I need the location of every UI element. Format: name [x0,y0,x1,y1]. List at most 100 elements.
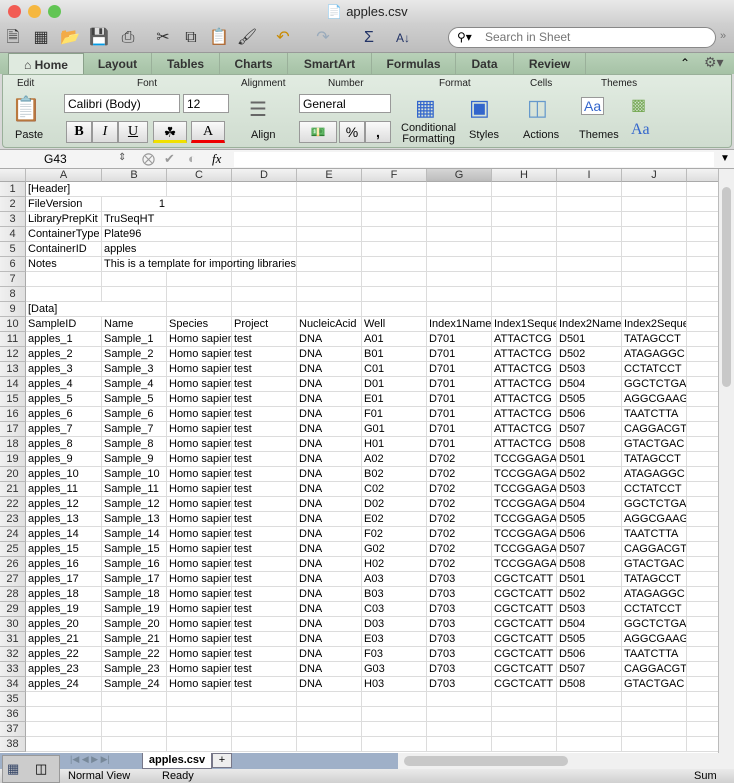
spreadsheet-grid[interactable]: A B C D E F G H I J 1 [Header] 2 FileVersion 1 3 Library… [0,169,718,753]
cell-c19[interactable]: Homo sapiens [167,452,232,467]
row-header[interactable]: 15 [0,392,26,407]
cell-h27[interactable]: CGCTCATT [492,572,557,587]
name-box[interactable]: G43 [44,152,67,166]
autosum-icon[interactable]: Σ [358,27,380,49]
cell-i3[interactable] [557,212,622,227]
cell-d1[interactable] [232,182,297,197]
cell-f28[interactable]: B03 [362,587,427,602]
cell-j14[interactable]: GGCTCTGA [622,377,687,392]
row-header[interactable]: 3 [0,212,26,227]
cell-a26[interactable]: apples_16 [26,557,102,572]
cell-j24[interactable]: TAATCTTA [622,527,687,542]
cell-i9[interactable] [557,302,622,317]
cell-c10[interactable]: Species [167,317,232,332]
cell-c2[interactable] [167,197,232,212]
cell-h18[interactable]: ATTACTCG [492,437,557,452]
cell-f10[interactable]: Well [362,317,427,332]
cell-b21[interactable]: Sample_11 [102,482,167,497]
cell-h5[interactable] [492,242,557,257]
cell-i35[interactable] [557,692,622,707]
cell-j32[interactable]: TAATCTTA [622,647,687,662]
cell-f31[interactable]: E03 [362,632,427,647]
cell-j4[interactable] [622,227,687,242]
cell-b10[interactable]: Name [102,317,167,332]
cell-b17[interactable]: Sample_7 [102,422,167,437]
themes-button[interactable]: Themes [579,129,619,141]
cell-a33[interactable]: apples_23 [26,662,102,677]
cell-i5[interactable] [557,242,622,257]
cell-j9[interactable] [622,302,687,317]
cell-g13[interactable]: D701 [427,362,492,377]
cell-k34[interactable] [687,677,718,692]
tab-charts[interactable]: Charts [220,53,288,75]
cell-h2[interactable] [492,197,557,212]
row-header[interactable]: 8 [0,287,26,302]
cell-j8[interactable] [622,287,687,302]
tab-review[interactable]: Review [514,53,586,75]
cell-a24[interactable]: apples_14 [26,527,102,542]
cell-e2[interactable] [297,197,362,212]
cell-d11[interactable]: test [232,332,297,347]
save-icon[interactable]: 💾 [88,27,110,49]
row-header[interactable]: 14 [0,377,26,392]
cell-i37[interactable] [557,722,622,737]
cell-h20[interactable]: TCCGGAGA [492,467,557,482]
expand-formula-icon[interactable]: ▼ [720,153,730,164]
cell-c21[interactable]: Homo sapiens [167,482,232,497]
row-header[interactable]: 37 [0,722,26,737]
cell-f37[interactable] [362,722,427,737]
cell-b32[interactable]: Sample_22 [102,647,167,662]
cell-e19[interactable]: DNA [297,452,362,467]
cell-e27[interactable]: DNA [297,572,362,587]
tab-formulas[interactable]: Formulas [372,53,456,75]
cell-h11[interactable]: ATTACTCG [492,332,557,347]
row-header[interactable]: 30 [0,617,26,632]
cell-g16[interactable]: D701 [427,407,492,422]
tab-layout[interactable]: Layout [84,53,152,75]
cell-a11[interactable]: apples_1 [26,332,102,347]
cell-k31[interactable] [687,632,718,647]
cell-a37[interactable] [26,722,102,737]
cell-h28[interactable]: CGCTCATT [492,587,557,602]
cell-d20[interactable]: test [232,467,297,482]
cell-k4[interactable] [687,227,718,242]
sort-icon[interactable]: A↓ [392,27,414,49]
cell-b23[interactable]: Sample_13 [102,512,167,527]
conditional-formatting-button[interactable]: Conditional Formatting [401,123,456,145]
cell-a21[interactable]: apples_11 [26,482,102,497]
cell-e17[interactable]: DNA [297,422,362,437]
row-header[interactable]: 17 [0,422,26,437]
cell-d17[interactable]: test [232,422,297,437]
cell-j34[interactable]: GTACTGAC [622,677,687,692]
cell-g24[interactable]: D702 [427,527,492,542]
cell-j17[interactable]: CAGGACGT [622,422,687,437]
cell-j27[interactable]: TATAGCCT [622,572,687,587]
row-header[interactable]: 18 [0,437,26,452]
cell-f8[interactable] [362,287,427,302]
row-header[interactable]: 25 [0,542,26,557]
minimize-button[interactable] [28,5,41,18]
cell-a14[interactable]: apples_4 [26,377,102,392]
cell-d27[interactable]: test [232,572,297,587]
cell-g27[interactable]: D703 [427,572,492,587]
cell-i28[interactable]: D502 [557,587,622,602]
formula-input[interactable] [234,152,714,167]
cell-b33[interactable]: Sample_23 [102,662,167,677]
cell-d23[interactable]: test [232,512,297,527]
cell-d2[interactable] [232,197,297,212]
cell-j23[interactable]: AGGCGAAG [622,512,687,527]
cell-e15[interactable]: DNA [297,392,362,407]
cell-b18[interactable]: Sample_8 [102,437,167,452]
cell-k33[interactable] [687,662,718,677]
cell-i20[interactable]: D502 [557,467,622,482]
cell-a6[interactable]: Notes [26,257,102,272]
cell-e37[interactable] [297,722,362,737]
column-header-g[interactable]: G [427,169,492,182]
cell-b25[interactable]: Sample_15 [102,542,167,557]
cell-j26[interactable]: GTACTGAC [622,557,687,572]
cell-j25[interactable]: CAGGACGT [622,542,687,557]
cell-d31[interactable]: test [232,632,297,647]
cell-k20[interactable] [687,467,718,482]
row-header[interactable]: 10 [0,317,26,332]
cell-d21[interactable]: test [232,482,297,497]
